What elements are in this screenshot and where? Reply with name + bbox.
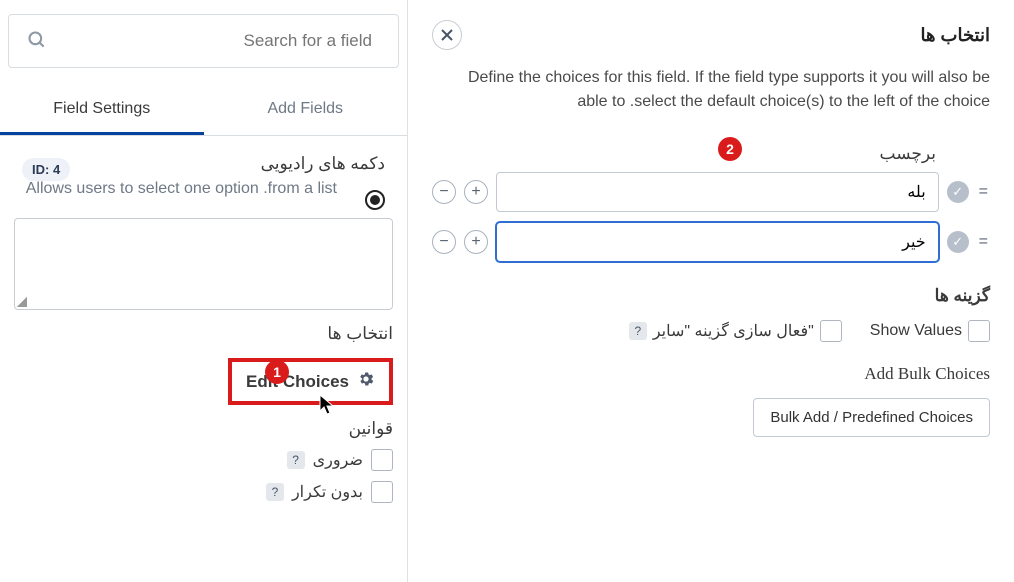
rule-unique-label: بدون تکرار (292, 482, 363, 502)
panel-title: انتخاب ها (921, 25, 990, 46)
show-values-label: Show Values (870, 322, 962, 340)
drag-handle-icon[interactable]: = (977, 183, 990, 201)
add-choice-button[interactable]: + (464, 230, 488, 254)
choices-section-label: انتخاب ها (0, 324, 393, 344)
help-icon[interactable]: ? (629, 322, 647, 340)
search-icon (27, 30, 47, 53)
drag-handle-icon[interactable]: = (977, 233, 990, 251)
left-panel: Field Settings Add Fields ID: 4 دکمه های… (0, 0, 408, 582)
choice-row: − + ✓ = (432, 222, 990, 262)
close-button[interactable] (432, 20, 462, 50)
annotation-badge-1: 1 (265, 360, 289, 384)
bulk-choices-title: Add Bulk Choices (432, 364, 990, 384)
tab-add-fields[interactable]: Add Fields (204, 86, 408, 135)
show-values-checkbox[interactable] (968, 320, 990, 342)
edit-choices-label: Edit Choices (246, 372, 349, 392)
tab-field-settings[interactable]: Field Settings (0, 86, 204, 135)
remove-choice-button[interactable]: − (432, 230, 456, 254)
rule-unique-row: ? بدون تکرار (0, 481, 393, 503)
id-badge: ID: 4 (22, 158, 70, 181)
panel-header: انتخاب ها (432, 20, 990, 50)
rule-required-row: ? ضروری (0, 449, 393, 471)
options-row: ? فعال سازی گزینه "سایر" Show Values (432, 320, 990, 342)
enable-other-label: فعال سازی گزینه "سایر" (653, 321, 814, 341)
edit-choices-button[interactable]: Edit Choices (228, 358, 393, 405)
show-values-option: Show Values (870, 320, 990, 342)
field-title: دکمه های رادیویی (22, 154, 385, 174)
column-label: برچسب (432, 144, 936, 164)
rule-required-checkbox[interactable] (371, 449, 393, 471)
cursor-icon (319, 394, 337, 421)
help-icon[interactable]: ? (266, 483, 284, 501)
search-input[interactable] (47, 31, 380, 51)
choice-row: − + ✓ = (432, 172, 990, 212)
add-choice-button[interactable]: + (464, 180, 488, 204)
annotation-badge-2: 2 (718, 137, 742, 161)
enable-other-option: ? فعال سازی گزینه "سایر" (629, 320, 842, 342)
remove-choice-button[interactable]: − (432, 180, 456, 204)
choice-input[interactable] (496, 222, 939, 262)
enable-other-checkbox[interactable] (820, 320, 842, 342)
right-panel: انتخاب ها Define the choices for this fi… (408, 0, 1014, 582)
rule-required-label: ضروری (313, 450, 363, 470)
preview-textarea[interactable] (14, 218, 393, 310)
default-choice-toggle[interactable]: ✓ (947, 231, 969, 253)
help-icon[interactable]: ? (287, 451, 305, 469)
tabs: Field Settings Add Fields (0, 86, 407, 136)
field-description: Allows users to select one option .from … (22, 178, 385, 200)
radio-icon (365, 190, 385, 210)
rule-unique-checkbox[interactable] (371, 481, 393, 503)
default-choice-toggle[interactable]: ✓ (947, 181, 969, 203)
search-box[interactable] (8, 14, 399, 68)
options-title: گزینه ها (432, 286, 990, 306)
panel-description: Define the choices for this field. If th… (432, 66, 990, 114)
bulk-add-button[interactable]: Bulk Add / Predefined Choices (753, 398, 990, 437)
choice-input[interactable] (496, 172, 939, 212)
gear-icon (357, 370, 375, 393)
field-card: ID: 4 دکمه های رادیویی Allows users to s… (8, 154, 399, 200)
rules-section-label: قوانین (0, 419, 393, 439)
